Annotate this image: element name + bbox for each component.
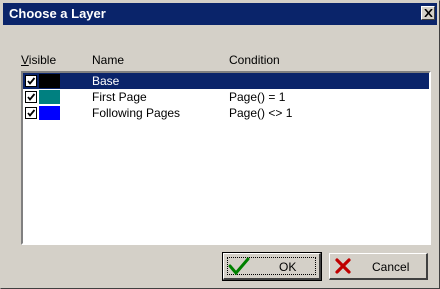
check-icon — [228, 257, 250, 275]
close-icon — [424, 9, 433, 17]
layer-color-swatch — [39, 90, 60, 104]
layer-color-swatch — [39, 106, 60, 120]
checkmark-icon — [27, 77, 36, 85]
checkmark-icon — [27, 93, 36, 101]
visible-checkbox[interactable] — [25, 107, 37, 119]
layer-condition: Page() <> 1 — [229, 106, 293, 120]
ok-label: OK — [279, 260, 297, 274]
layer-list[interactable]: Base First Page Page() = 1 Following Pag… — [21, 71, 431, 245]
layer-row-first-page[interactable]: First Page Page() = 1 — [23, 89, 429, 105]
visible-accel-letter: V — [21, 53, 29, 67]
column-header-condition: Condition — [229, 53, 280, 67]
dialog-title: Choose a Layer — [9, 6, 106, 21]
layer-color-swatch — [39, 74, 60, 88]
layer-condition: Page() = 1 — [229, 90, 286, 104]
layer-row-base[interactable]: Base — [23, 73, 429, 89]
layer-row-following-pages[interactable]: Following Pages Page() <> 1 — [23, 105, 429, 121]
visible-checkbox[interactable] — [25, 75, 37, 87]
cancel-button[interactable]: Cancel — [329, 253, 428, 280]
column-header-visible: Visible — [21, 53, 56, 67]
layer-name: First Page — [92, 90, 147, 104]
visible-header-rest: isible — [28, 53, 57, 67]
title-bar[interactable]: Choose a Layer — [3, 3, 437, 25]
choose-layer-dialog: Choose a Layer Visible Name Condition Ba… — [0, 0, 440, 289]
cancel-label: Cancel — [372, 260, 410, 274]
layer-name: Base — [92, 74, 120, 88]
column-header-name: Name — [92, 53, 125, 67]
close-button[interactable] — [421, 6, 435, 20]
checkmark-icon — [27, 109, 36, 117]
layer-name: Following Pages — [92, 106, 181, 120]
cross-icon — [335, 258, 351, 274]
ok-button[interactable]: OK — [222, 252, 322, 281]
visible-checkbox[interactable] — [25, 91, 37, 103]
